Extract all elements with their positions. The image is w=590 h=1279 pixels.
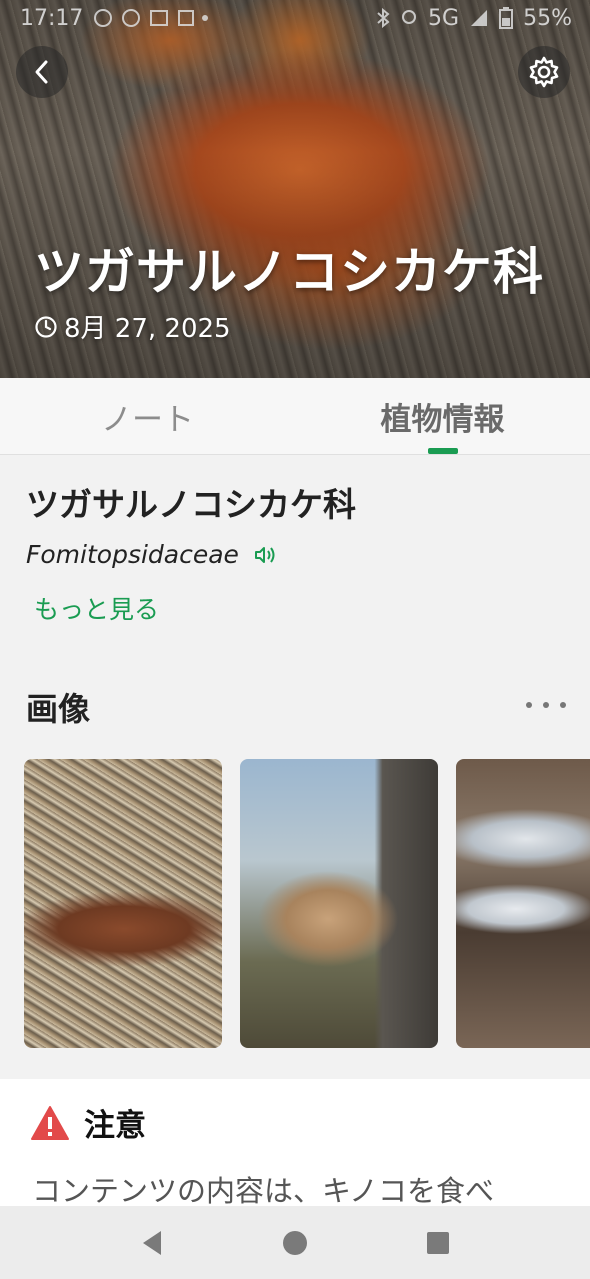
location-icon xyxy=(402,10,417,24)
clock-icon xyxy=(35,315,57,338)
back-button[interactable] xyxy=(16,46,68,98)
observation-date: 8月 27, 2025 xyxy=(64,314,231,344)
speaker-icon[interactable] xyxy=(253,545,277,565)
tab-bar: ノート 植物情報 xyxy=(0,378,590,455)
scientific-name: Fomitopsidaceae xyxy=(26,540,239,569)
plant-name: ツガサルノコシカケ科 xyxy=(26,485,356,524)
gallery-image[interactable] xyxy=(456,759,590,1048)
images-section-title: 画像 xyxy=(26,690,91,728)
hero-title: ツガサルノコシカケ科 xyxy=(34,243,544,301)
warning-icon xyxy=(31,1105,69,1140)
tab-label: 植物情報 xyxy=(380,401,505,438)
more-options-icon[interactable] xyxy=(526,693,566,717)
active-tab-indicator xyxy=(427,448,458,454)
square-recents-icon xyxy=(427,1231,450,1254)
system-nav-bar xyxy=(0,1206,590,1279)
tab-label: ノート xyxy=(101,401,194,438)
gallery-image[interactable] xyxy=(240,759,438,1048)
tab-plant-info[interactable]: 植物情報 xyxy=(295,378,590,454)
scientific-name-row: Fomitopsidaceae xyxy=(26,540,277,569)
dot xyxy=(526,702,532,708)
triangle-back-icon xyxy=(142,1230,161,1255)
see-more-link[interactable]: もっと見る xyxy=(34,590,159,626)
dot xyxy=(543,702,549,708)
dot xyxy=(560,702,566,708)
bluetooth-icon xyxy=(377,8,390,28)
warning-text: コンテンツの内容は、キノコを食べ xyxy=(32,1174,494,1208)
nav-recents-button[interactable] xyxy=(418,1223,458,1263)
gallery-image[interactable] xyxy=(24,759,222,1048)
battery-level: 55% xyxy=(523,5,572,31)
status-bar: 17:17 5G 55% xyxy=(0,0,590,36)
gear-icon xyxy=(529,56,559,88)
status-time: 17:17 xyxy=(20,5,84,31)
network-type: 5G xyxy=(428,5,460,31)
settings-button[interactable] xyxy=(518,46,570,98)
tab-notes[interactable]: ノート xyxy=(0,378,295,454)
warning-title: 注意 xyxy=(84,1108,146,1144)
nav-home-button[interactable] xyxy=(275,1223,315,1263)
hero-image: 17:17 5G 55% ツガサルノコシカケ科 8月 27, 2025 xyxy=(0,0,590,378)
circle-home-icon xyxy=(282,1230,307,1255)
signal-icon xyxy=(471,10,488,26)
battery-icon xyxy=(499,7,514,29)
chevron-left-icon xyxy=(35,60,48,84)
notification-icons xyxy=(94,9,209,27)
nav-back-button[interactable] xyxy=(132,1223,172,1263)
warning-header: 注意 xyxy=(30,1100,146,1145)
date-row: 8月 27, 2025 xyxy=(34,308,231,345)
